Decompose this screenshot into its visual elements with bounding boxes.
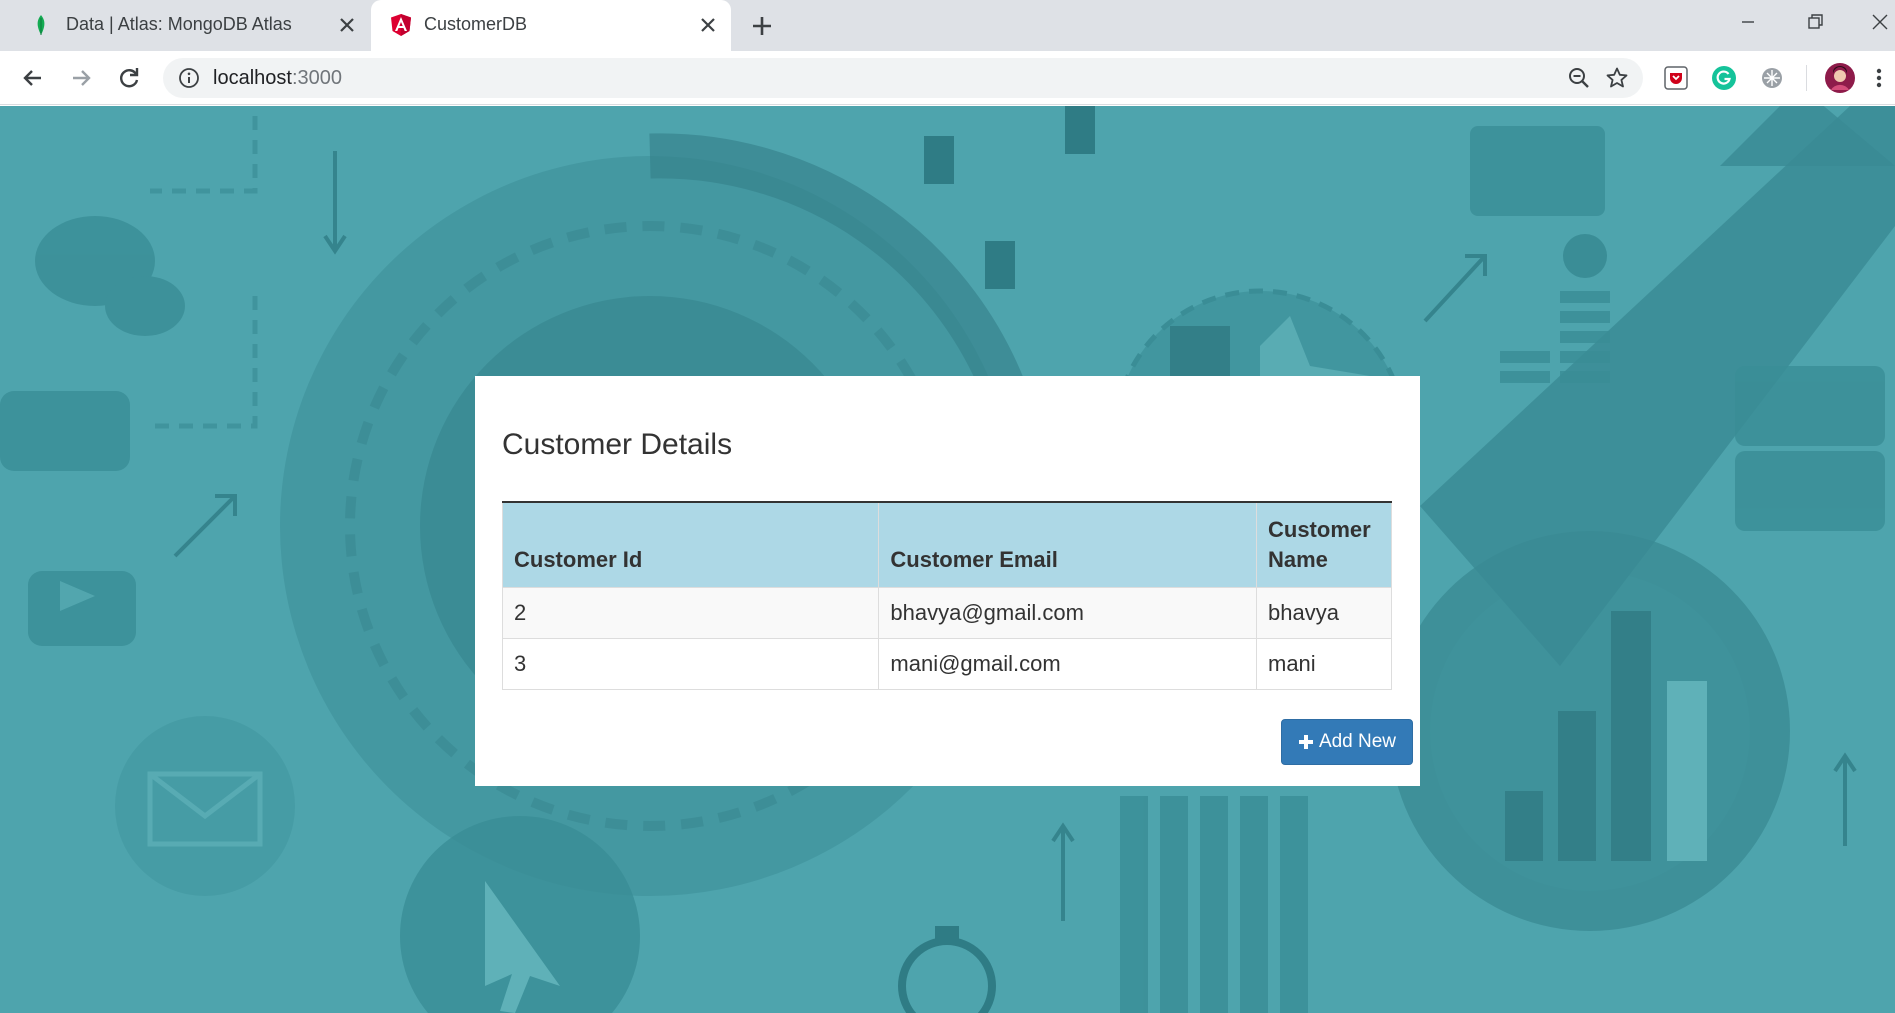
browser-toolbar: localhost:3000 bbox=[0, 51, 1895, 105]
tab-title: Data | Atlas: MongoDB Atlas bbox=[66, 14, 292, 34]
cell-customer-name: mani bbox=[1256, 638, 1392, 690]
forward-button[interactable] bbox=[65, 62, 97, 94]
column-header-customer-email: Customer Email bbox=[878, 501, 1257, 588]
profile-avatar-icon[interactable] bbox=[1825, 63, 1855, 93]
bookmark-star-icon[interactable] bbox=[1605, 66, 1629, 90]
cell-customer-email: mani@gmail.com bbox=[878, 638, 1257, 690]
restore-icon[interactable] bbox=[1800, 10, 1830, 34]
table-row: 2 bhavya@gmail.com bhavya bbox=[501, 587, 1392, 639]
angular-icon bbox=[391, 14, 411, 36]
grammarly-extension-icon[interactable] bbox=[1711, 65, 1737, 91]
close-window-icon[interactable] bbox=[1865, 10, 1895, 34]
menu-kebab-icon[interactable] bbox=[1872, 65, 1886, 91]
url-port: :3000 bbox=[291, 67, 342, 89]
table-header-row: Customer Id Customer Email Customer Name bbox=[501, 501, 1392, 588]
tab-customerdb[interactable]: CustomerDB bbox=[371, 0, 731, 51]
plus-icon bbox=[1298, 735, 1313, 749]
back-arrow-icon bbox=[23, 70, 41, 86]
add-new-label: Add New bbox=[1318, 731, 1397, 752]
close-icon[interactable] bbox=[697, 14, 719, 36]
tab-mongodb-atlas[interactable]: Data | Atlas: MongoDB Atlas bbox=[0, 0, 370, 51]
info-icon[interactable] bbox=[178, 67, 200, 89]
address-bar[interactable]: localhost:3000 bbox=[163, 58, 1643, 98]
page-title: Customer Details bbox=[502, 428, 733, 461]
toolbar-divider bbox=[1806, 65, 1807, 91]
forward-arrow-icon bbox=[73, 70, 91, 86]
tab-strip: Data | Atlas: MongoDB Atlas CustomerDB bbox=[0, 0, 1895, 51]
minimize-icon[interactable] bbox=[1733, 10, 1763, 34]
extension-puzzle-icon[interactable] bbox=[1759, 65, 1785, 91]
back-button[interactable] bbox=[17, 62, 49, 94]
mongodb-leaf-icon bbox=[37, 15, 45, 35]
table-row: 3 mani@gmail.com mani bbox=[501, 638, 1392, 690]
reload-icon bbox=[120, 68, 139, 88]
page-viewport: Customer Details Customer Id Customer Em… bbox=[0, 106, 1895, 1013]
customers-table: Customer Id Customer Email Customer Name… bbox=[501, 501, 1392, 690]
column-header-customer-name: Customer Name bbox=[1256, 501, 1392, 588]
cell-customer-id: 3 bbox=[501, 638, 880, 690]
add-new-button[interactable]: Add New bbox=[1281, 719, 1413, 765]
cell-customer-id: 2 bbox=[501, 587, 880, 639]
reload-button[interactable] bbox=[113, 62, 145, 94]
url-host: localhost bbox=[213, 67, 292, 89]
tab-title: CustomerDB bbox=[424, 14, 528, 34]
cell-customer-email: bhavya@gmail.com bbox=[878, 587, 1257, 639]
customer-details-panel: Customer Details Customer Id Customer Em… bbox=[475, 376, 1420, 786]
url-text[interactable]: localhost:3000 bbox=[213, 67, 342, 90]
close-icon[interactable] bbox=[336, 14, 358, 36]
zoom-out-icon[interactable] bbox=[1567, 66, 1591, 90]
new-tab-plus-icon[interactable] bbox=[748, 12, 776, 40]
column-header-customer-id: Customer Id bbox=[501, 501, 880, 588]
cell-customer-name: bhavya bbox=[1256, 587, 1392, 639]
pocket-extension-icon[interactable] bbox=[1663, 65, 1689, 91]
